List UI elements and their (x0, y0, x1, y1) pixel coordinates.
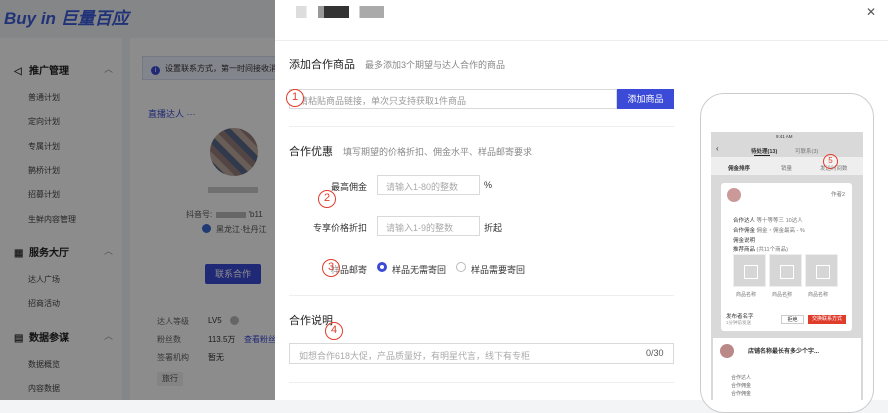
back-icon: ‹ (716, 144, 719, 153)
phone-card-badge: 作者2 (831, 192, 846, 198)
radio-need-return[interactable] (456, 262, 466, 272)
add-product-section-title: 添加合作商品 最多添加3个期望与达人合作的商品 (289, 59, 506, 71)
add-product-button[interactable]: 添加商品 (617, 89, 674, 109)
close-icon[interactable]: ✕ (866, 5, 876, 19)
phone-subtab: 销量 (781, 166, 793, 172)
phone-card2-title: 店铺名称最长有多少个字... (748, 349, 820, 355)
product-image (805, 254, 838, 287)
radio-no-return-label[interactable]: 样品无需寄回 (392, 263, 446, 276)
phone-subtab: 佣金排序 (728, 166, 751, 172)
char-counter: 0/30 (646, 348, 664, 358)
phone-tab-underline (754, 155, 770, 156)
radio-need-return-label[interactable]: 样品需要寄回 (471, 263, 525, 276)
chevron-up-icon: ⌃ (785, 297, 790, 303)
phone-card-row: 佣金说明 (733, 238, 756, 244)
phone-card2-row: 合作达人 (731, 375, 752, 381)
phone-card-avatar (727, 188, 741, 202)
step-marker-1: 1 (286, 89, 304, 107)
step-marker-2: 2 (318, 190, 336, 208)
phone-decline-button: 拒绝 (781, 315, 804, 324)
offer-section-title: 合作优惠 填写期望的价格折扣、佣金水平、样品邮寄要求 (289, 146, 533, 158)
divider (275, 40, 888, 41)
phone-card-publisher: 发布者名字 (726, 314, 754, 320)
max-commission-input[interactable]: 请输入1-80的整数 (377, 175, 480, 195)
product-link-input[interactable]: 请粘贴商品链接，单次只支持获取1件商品 (289, 89, 617, 109)
max-commission-label: 最高佣金 (331, 182, 368, 192)
step-marker-3: 3 (322, 259, 340, 277)
product-name: 商品名称 (808, 292, 829, 298)
phone-tab: 可联系(3) (795, 149, 819, 155)
divider (289, 382, 674, 383)
discount-unit: 折起 (484, 223, 503, 233)
cooperation-description-input[interactable]: 如想合作618大促，产品质量好，有明星代言，线下有专柜 (289, 343, 674, 364)
phone-card2-row: 合作佣金 (731, 383, 752, 389)
step-marker-5: 5 (823, 154, 838, 169)
phone-card2-row: 合作佣金 (731, 391, 752, 397)
radio-no-return[interactable] (377, 262, 387, 272)
discount-label: 专享价格折扣 (313, 223, 368, 233)
phone-tab: 待处理(13) (751, 149, 778, 155)
discount-input[interactable]: 请输入1-9的整数 (377, 216, 480, 236)
percent-unit: % (484, 180, 493, 190)
phone-exchange-contact-button: 交换联系方式 (808, 315, 846, 324)
divider (289, 295, 674, 296)
product-name: 商品名称 (736, 292, 757, 298)
phone-card-row: 推荐商品 (共11个商品) (733, 247, 788, 253)
phone-card-time: 1分钟前发送 (726, 320, 752, 325)
phone-card-row: 合作达人 等十等等三 10达人 (733, 218, 803, 224)
drawer-title-blurred (296, 6, 384, 18)
divider (289, 126, 674, 127)
modal-overlay[interactable] (0, 0, 275, 400)
step-marker-4: 4 (325, 322, 343, 340)
product-image (769, 254, 802, 287)
phone-card-row: 合作佣金 佣金・佣金最高 - % (733, 228, 805, 234)
product-image (733, 254, 766, 287)
phone-status-time: 9:41 AM (776, 134, 793, 139)
phone-card-avatar (720, 344, 734, 358)
